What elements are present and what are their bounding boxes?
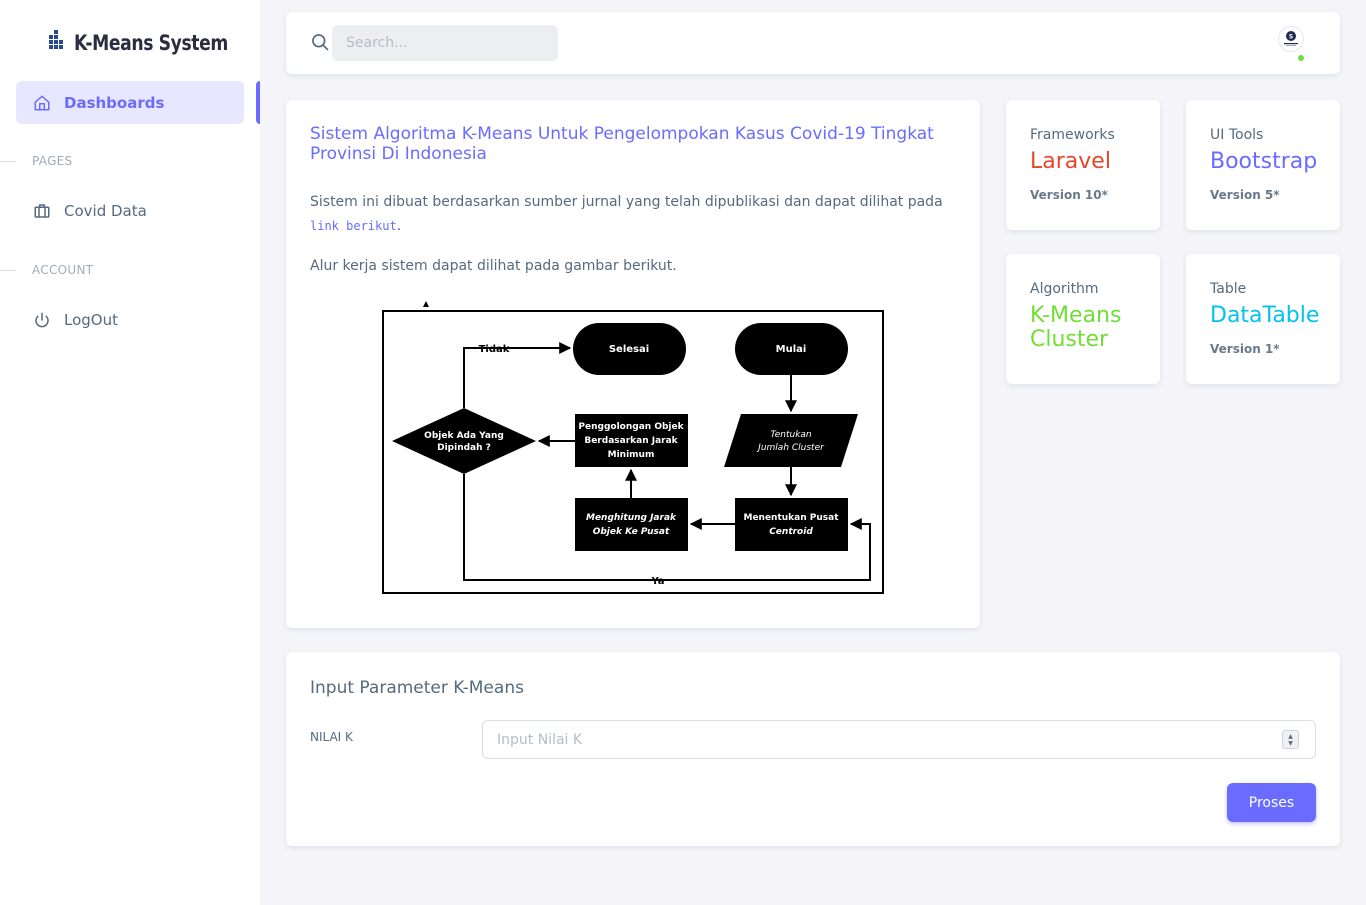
decision-label-2: Dipindah ? — [437, 443, 491, 453]
chevron-down-icon[interactable]: ▼ — [1288, 740, 1293, 747]
group-label-1: Penggolongan Objek — [578, 422, 684, 432]
search-input[interactable] — [332, 25, 558, 61]
sidebar-item-logout[interactable]: LogOut — [16, 298, 244, 341]
tidak-label: Tidak — [479, 344, 510, 355]
sidebar-item-covid-data[interactable]: Covid Data — [16, 189, 244, 232]
nav-header-label: PAGES — [32, 154, 73, 168]
stat-card-table: Table DataTable Version 1* — [1186, 254, 1340, 384]
user-avatar-icon: S — [1284, 31, 1298, 46]
sidebar: K-Means System Dashboards PAGES Covid Da… — [0, 0, 260, 905]
stat-value: K-Means Cluster — [1030, 303, 1122, 352]
stat-version: Version 10* — [1030, 188, 1108, 202]
power-icon — [32, 310, 52, 330]
sidebar-item-label: Dashboards — [64, 93, 165, 112]
workflow-description: Alur kerja sistem dapat dilihat pada gam… — [310, 258, 677, 274]
proses-button[interactable]: Proses — [1227, 783, 1316, 822]
stat-value: Bootstrap — [1210, 149, 1318, 174]
group-label-3: Minimum — [608, 450, 655, 460]
tentukan-node — [724, 414, 858, 467]
stat-label: Algorithm — [1030, 281, 1099, 297]
ya-label: Ya — [650, 576, 664, 587]
decision-label-1: Objek Ada Yang — [424, 431, 504, 441]
selesai-label: Selesai — [609, 344, 649, 355]
online-status-dot — [1297, 54, 1305, 62]
brand-name: K-Means System — [74, 31, 228, 55]
nav-header-pages: PAGES — [0, 154, 72, 168]
pusat-label-1: Menentukan Pusat — [743, 513, 839, 523]
stat-value: DataTable — [1210, 303, 1320, 328]
input-parameter-card: Input Parameter K-Means NILAI K ▲ ▼ Pros… — [286, 652, 1340, 846]
chevron-up-icon[interactable]: ▲ — [1288, 733, 1293, 740]
page-title: Sistem Algoritma K-Means Untuk Pengelomp… — [310, 124, 934, 164]
number-spinner[interactable]: ▲ ▼ — [1282, 730, 1299, 749]
stat-value: Laravel — [1030, 149, 1111, 174]
nav-header-account: ACCOUNT — [0, 263, 93, 277]
briefcase-icon — [32, 201, 52, 221]
active-indicator — [256, 81, 260, 124]
divider — [0, 269, 16, 271]
brand-logo[interactable]: K-Means System — [49, 30, 262, 56]
mulai-label: Mulai — [776, 344, 807, 355]
sidebar-item-label: LogOut — [64, 310, 118, 329]
stat-card-ui-tools: UI Tools Bootstrap Version 5* — [1186, 100, 1340, 230]
journal-link[interactable]: link berikut — [310, 219, 397, 233]
nilai-k-label: NILAI K — [310, 730, 353, 744]
stat-label: UI Tools — [1210, 127, 1264, 143]
description-text: Sistem ini dibuat berdasarkan sumber jur… — [310, 194, 943, 210]
tentukan-label-1: Tentukan — [770, 430, 812, 440]
sidebar-item-label: Covid Data — [64, 201, 147, 220]
home-icon — [32, 93, 52, 113]
pusat-label-2: Centroid — [769, 527, 813, 537]
stat-label: Table — [1210, 281, 1247, 297]
intro-description: Sistem ini dibuat berdasarkan sumber jur… — [310, 190, 960, 238]
stat-version: Version 1* — [1210, 342, 1280, 356]
hitung-label-1: Menghitung Jarak — [586, 513, 677, 523]
search-icon[interactable] — [310, 32, 330, 56]
sidebar-item-dashboards[interactable]: Dashboards — [16, 81, 244, 124]
stat-card-frameworks: Frameworks Laravel Version 10* — [1006, 100, 1160, 230]
input-section-title: Input Parameter K-Means — [310, 678, 524, 698]
top-navbar: S — [286, 12, 1340, 74]
svg-text:S: S — [1289, 34, 1293, 41]
nav-header-label: ACCOUNT — [32, 263, 94, 277]
hitung-label-2: Objek Ke Pusat — [593, 527, 670, 537]
stat-version: Version 5* — [1210, 188, 1280, 202]
stat-label: Frameworks — [1030, 127, 1115, 143]
intro-card: Sistem Algoritma K-Means Untuk Pengelomp… — [286, 100, 980, 628]
kmeans-flowchart: Selesai Mulai Tentukan Jumlah Cluster Pe… — [382, 301, 884, 594]
avatar[interactable]: S — [1278, 26, 1304, 52]
menentukan-node — [735, 498, 848, 551]
bars-grid-icon — [49, 30, 66, 56]
group-label-2: Berdasarkan Jarak — [584, 436, 678, 446]
description-period: . — [396, 218, 402, 234]
stat-card-algorithm: Algorithm K-Means Cluster — [1006, 254, 1160, 384]
menghitung-node — [575, 498, 688, 551]
divider — [0, 160, 16, 162]
nilai-k-input[interactable] — [482, 720, 1316, 759]
tentukan-label-2: Jumlah Cluster — [756, 443, 825, 453]
